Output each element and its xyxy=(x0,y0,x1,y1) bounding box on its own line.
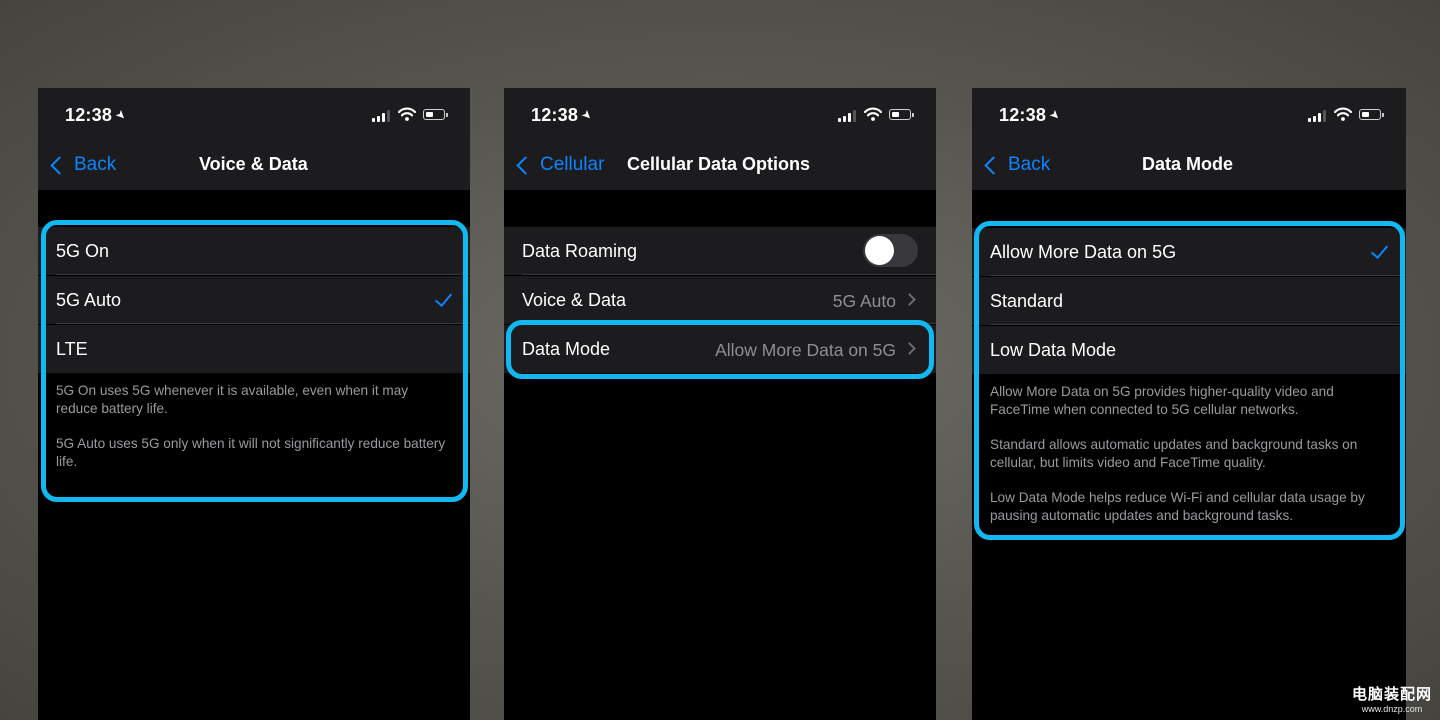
highlight-voice-data-options xyxy=(41,220,468,502)
status-time: 12:38➤ xyxy=(999,105,1064,125)
battery-icon xyxy=(1359,109,1384,120)
wifi-icon xyxy=(1334,107,1352,121)
toggle-knob xyxy=(865,236,894,265)
status-time: 12:38➤ xyxy=(531,105,596,125)
row-data-roaming[interactable]: Data Roaming xyxy=(504,227,936,275)
cellular-signal-icon xyxy=(1308,110,1326,122)
highlight-data-mode-row xyxy=(506,320,934,379)
status-time: 12:38➤ xyxy=(65,105,130,125)
nav-title: Cellular Data Options xyxy=(627,154,811,174)
row-separator xyxy=(522,274,936,275)
row-value: 5G Auto xyxy=(832,291,896,311)
back-label: Back xyxy=(1008,154,1051,175)
cellular-signal-icon xyxy=(838,110,856,122)
back-label: Back xyxy=(74,154,117,175)
watermark-chinese-text: 电脑装配网 xyxy=(1351,686,1432,703)
back-label: Cellular xyxy=(540,154,605,175)
location-arrow-icon: ➤ xyxy=(112,106,130,124)
data-roaming-toggle[interactable] xyxy=(863,234,918,267)
back-button[interactable]: Cellular xyxy=(513,152,604,178)
nav-title: Voice & Data xyxy=(199,154,308,174)
watermark: 电脑装配网 www.dnzp.com xyxy=(1352,683,1432,714)
location-arrow-icon: ➤ xyxy=(578,106,596,124)
watermark-url: www.dnzp.com xyxy=(1361,704,1423,714)
navigation-bar: Back Data Mode xyxy=(972,140,1406,190)
wifi-icon xyxy=(864,107,882,121)
chevron-left-icon xyxy=(50,155,69,175)
phone-screen-cellular-data-options: 12:38➤ Cellular Cellular Data Options Da… xyxy=(504,88,936,720)
chevron-left-icon xyxy=(984,155,1003,175)
navigation-bar: Back Voice & Data xyxy=(38,140,470,190)
back-button[interactable]: Back xyxy=(981,152,1050,178)
back-button[interactable]: Back xyxy=(47,152,116,178)
status-bar: 12:38➤ xyxy=(504,88,936,140)
navigation-bar: Cellular Cellular Data Options xyxy=(504,140,936,190)
row-label: Data Roaming xyxy=(522,241,638,261)
battery-icon xyxy=(423,109,448,120)
highlight-data-mode-options xyxy=(974,221,1405,540)
row-label: Voice & Data xyxy=(522,290,627,310)
wifi-icon xyxy=(398,107,416,121)
battery-icon xyxy=(889,109,914,120)
row-voice-data[interactable]: Voice & Data 5G Auto xyxy=(504,276,936,324)
location-arrow-icon: ➤ xyxy=(1046,106,1064,124)
cellular-signal-icon xyxy=(372,110,390,122)
status-bar: 12:38➤ xyxy=(972,88,1406,140)
nav-title: Data Mode xyxy=(1142,154,1234,174)
chevron-left-icon xyxy=(516,155,535,175)
chevron-right-icon xyxy=(903,293,916,306)
status-bar: 12:38➤ xyxy=(38,88,470,140)
